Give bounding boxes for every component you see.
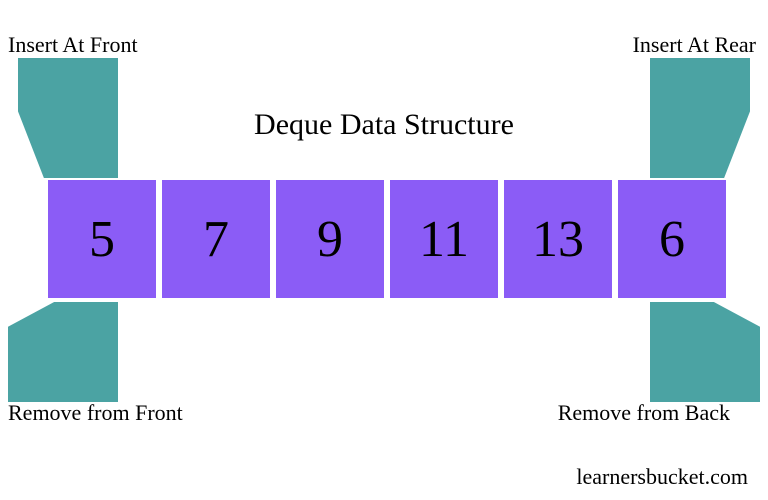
label-insert-front: Insert At Front <box>8 32 138 58</box>
diagram-title: Deque Data Structure <box>254 108 514 142</box>
label-remove-back: Remove from Back <box>558 400 730 426</box>
deque-cells: 5 7 9 11 13 6 <box>48 180 726 298</box>
deque-cell: 9 <box>276 180 384 298</box>
arrow-remove-front <box>8 302 118 402</box>
arrow-remove-back <box>650 302 760 402</box>
label-insert-rear: Insert At Rear <box>633 32 756 58</box>
arrow-insert-front <box>18 58 118 178</box>
watermark: learnersbucket.com <box>576 464 748 490</box>
deque-cell: 13 <box>504 180 612 298</box>
deque-cell: 7 <box>162 180 270 298</box>
arrow-insert-rear <box>650 58 750 178</box>
deque-cell: 11 <box>390 180 498 298</box>
deque-cell: 5 <box>48 180 156 298</box>
deque-cell: 6 <box>618 180 726 298</box>
label-remove-front: Remove from Front <box>8 400 183 426</box>
